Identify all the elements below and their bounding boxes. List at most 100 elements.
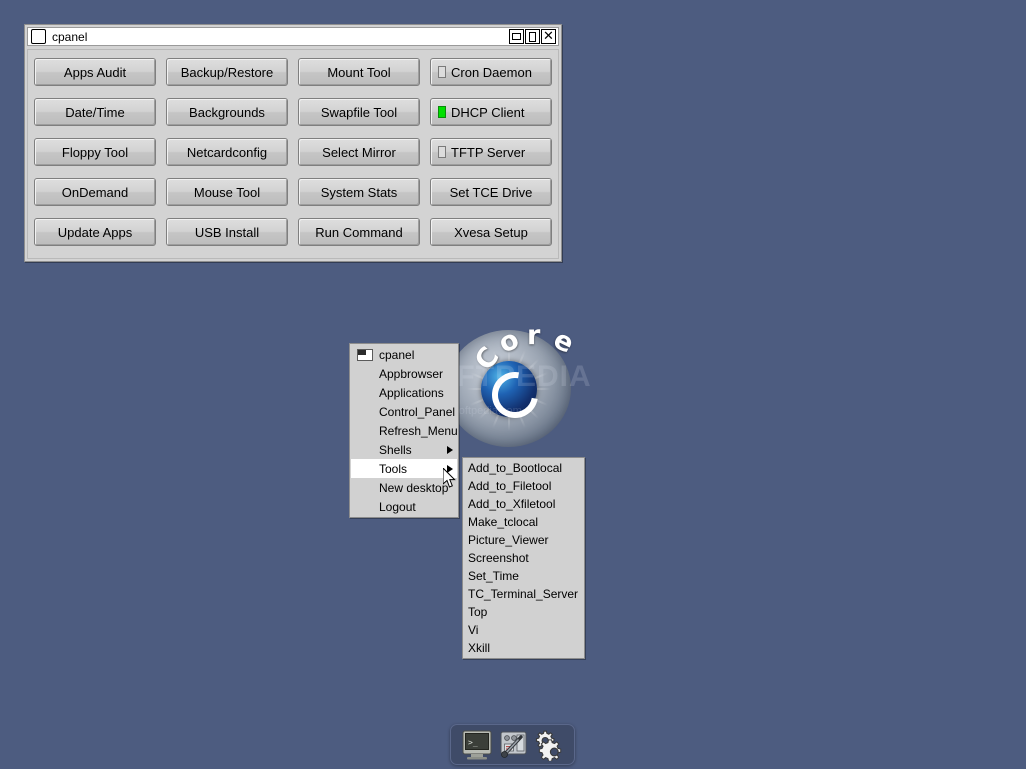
submenu-item-label: Make_tclocal <box>468 515 538 529</box>
cpanel-button[interactable]: TFTP Server <box>430 138 552 166</box>
cpanel-button-label: Select Mirror <box>322 145 396 160</box>
tinycore-logo: Core <box>446 330 571 447</box>
cpanel-button-label: Floppy Tool <box>62 145 128 160</box>
window-icon <box>31 29 46 44</box>
cpanel-button[interactable]: DHCP Client <box>430 98 552 126</box>
root-menu: cpanel Appbrowser Applications Control_Pane… <box>349 343 459 518</box>
cpanel-button[interactable]: Floppy Tool <box>34 138 156 166</box>
menu-item-label: cpanel <box>379 348 453 362</box>
minimize-icon <box>512 33 521 40</box>
cpanel-button[interactable]: Mount Tool <box>298 58 420 86</box>
cpanel-button-label: Swapfile Tool <box>321 105 397 120</box>
cpanel-button[interactable]: Backup/Restore <box>166 58 288 86</box>
submenu-item-label: Screenshot <box>468 551 529 565</box>
cpanel-button-label: USB Install <box>195 225 259 240</box>
cpanel-button[interactable]: Mouse Tool <box>166 178 288 206</box>
cpanel-button-label: Netcardconfig <box>187 145 267 160</box>
menu-item-applications[interactable]: Applications <box>351 383 457 402</box>
cpanel-button[interactable]: Cron Daemon <box>430 58 552 86</box>
submenu-item-screenshot[interactable]: Screenshot <box>464 549 583 567</box>
menu-item-logout[interactable]: Logout <box>351 497 457 516</box>
cpanel-button[interactable]: System Stats <box>298 178 420 206</box>
cpanel-button-label: Apps Audit <box>64 65 126 80</box>
cpanel-button-label: System Stats <box>321 185 398 200</box>
cpanel-button[interactable]: USB Install <box>166 218 288 246</box>
submenu-item-make-tclocal[interactable]: Make_tclocal <box>464 513 583 531</box>
submenu-item-vi[interactable]: Vi <box>464 621 583 639</box>
logo-sphere <box>446 330 571 447</box>
logo-core-c <box>482 362 546 426</box>
control-panel-icon[interactable] <box>496 728 530 761</box>
menu-item-new-desktop[interactable]: New desktop <box>351 478 457 497</box>
close-icon: ✕ <box>543 31 554 42</box>
cpanel-button[interactable]: Backgrounds <box>166 98 288 126</box>
submenu-item-top[interactable]: Top <box>464 603 583 621</box>
cpanel-button[interactable]: Select Mirror <box>298 138 420 166</box>
submenu-item-label: Top <box>468 605 487 619</box>
chevron-right-icon <box>447 465 453 473</box>
cpanel-button-label: Mount Tool <box>327 65 390 80</box>
submenu-item-add-to-xfiletool[interactable]: Add_to_Xfiletool <box>464 495 583 513</box>
dock: >_ <box>450 724 575 765</box>
submenu-item-label: Set_Time <box>468 569 519 583</box>
cpanel-button-label: TFTP Server <box>451 145 525 160</box>
menu-item-label: Shells <box>379 443 447 457</box>
window-title: cpanel <box>52 30 509 44</box>
submenu-item-label: Add_to_Filetool <box>468 479 551 493</box>
menu-item-label: Logout <box>379 500 453 514</box>
logo-core-ball <box>481 361 537 417</box>
cpanel-button[interactable]: OnDemand <box>34 178 156 206</box>
submenu-item-xkill[interactable]: Xkill <box>464 639 583 657</box>
cpanel-button[interactable]: Run Command <box>298 218 420 246</box>
cpanel-button[interactable]: Update Apps <box>34 218 156 246</box>
menu-item-label: Control_Panel <box>379 405 455 419</box>
chevron-right-icon <box>447 446 453 454</box>
cpanel-button-label: Cron Daemon <box>451 65 532 80</box>
submenu-item-picture-viewer[interactable]: Picture_Viewer <box>464 531 583 549</box>
menu-item-label: Tools <box>379 462 447 476</box>
menu-item-label: New desktop <box>379 481 453 495</box>
window-titlebar[interactable]: cpanel ✕ <box>27 27 559 46</box>
submenu-item-add-to-filetool[interactable]: Add_to_Filetool <box>464 477 583 495</box>
submenu-item-set-time[interactable]: Set_Time <box>464 567 583 585</box>
window-icon <box>357 349 373 361</box>
cpanel-button[interactable]: Swapfile Tool <box>298 98 420 126</box>
status-led <box>438 66 446 78</box>
cpanel-window: cpanel ✕ Apps Audit Backup/Restore Mount T… <box>24 24 562 262</box>
menu-item-tools[interactable]: Tools <box>351 459 457 478</box>
submenu-item-tc-terminal-server[interactable]: TC_Terminal_Server <box>464 585 583 603</box>
logo-letter: e <box>549 324 579 360</box>
cpanel-button-grid: Apps Audit Backup/Restore Mount Tool Cron D… <box>34 58 552 246</box>
maximize-icon <box>529 32 536 42</box>
close-button[interactable]: ✕ <box>541 29 556 44</box>
gears-icon[interactable] <box>532 728 566 761</box>
cpanel-button[interactable]: Date/Time <box>34 98 156 126</box>
submenu-item-add-to-bootlocal[interactable]: Add_to_Bootlocal <box>464 459 583 477</box>
maximize-button[interactable] <box>525 29 540 44</box>
logo-core-word: Core <box>498 322 574 398</box>
menu-item-appbrowser[interactable]: Appbrowser <box>351 364 457 383</box>
minimize-button[interactable] <box>509 29 524 44</box>
submenu-item-label: Vi <box>468 623 478 637</box>
menu-item-label: Applications <box>379 386 453 400</box>
terminal-icon[interactable]: >_ <box>460 728 494 761</box>
menu-item-shells[interactable]: Shells <box>351 440 457 459</box>
cpanel-button[interactable]: Xvesa Setup <box>430 218 552 246</box>
cpanel-body: Apps Audit Backup/Restore Mount Tool Cron D… <box>27 49 559 259</box>
status-led <box>438 106 446 118</box>
menu-item-refresh-menu[interactable]: Refresh_Menu <box>351 421 457 440</box>
status-led <box>438 146 446 158</box>
menu-item-control-panel[interactable]: Control_Panel <box>351 402 457 421</box>
cpanel-button-label: Date/Time <box>65 105 124 120</box>
cpanel-button-label: Run Command <box>315 225 402 240</box>
cpanel-button[interactable]: Apps Audit <box>34 58 156 86</box>
logo-spikes <box>446 330 571 447</box>
cpanel-button-label: DHCP Client <box>451 105 524 120</box>
cpanel-button[interactable]: Set TCE Drive <box>430 178 552 206</box>
cpanel-button[interactable]: Netcardconfig <box>166 138 288 166</box>
menu-item-cpanel[interactable]: cpanel <box>351 345 457 364</box>
logo-letter: C <box>469 341 506 376</box>
submenu-item-label: TC_Terminal_Server <box>468 587 578 601</box>
menu-item-label: Refresh_Menu <box>379 424 458 438</box>
cpanel-button-label: OnDemand <box>62 185 128 200</box>
